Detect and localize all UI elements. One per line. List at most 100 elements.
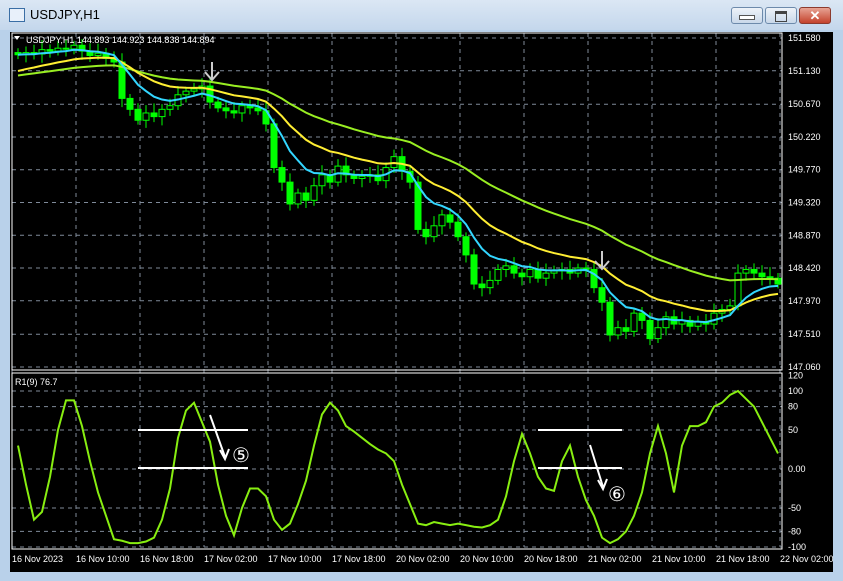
candle-body (134, 108, 142, 121)
candle-body (518, 272, 526, 278)
indicator-level-label: 100 (788, 386, 803, 396)
time-label: 20 Nov 18:00 (524, 554, 578, 564)
candle (126, 94, 134, 116)
title-bar: USDJPY,H1 ✕ (0, 0, 843, 30)
candle-body (270, 123, 278, 169)
candle (46, 44, 54, 58)
candle-body (126, 97, 134, 110)
candle-body (46, 49, 54, 52)
candle-body (614, 327, 622, 336)
candle (590, 261, 598, 294)
candle-body (278, 167, 286, 183)
indicator-level-label: -80 (788, 526, 801, 536)
candle (510, 257, 518, 279)
candle (694, 315, 702, 331)
price-label: 151.580 (788, 33, 821, 43)
candle (182, 86, 190, 103)
candle (606, 296, 614, 342)
candle-body (646, 319, 654, 340)
candle-body (766, 276, 774, 279)
candle-body (750, 268, 758, 274)
candle-body (542, 272, 550, 279)
down-arrow-icon (594, 251, 610, 271)
candle (494, 264, 502, 285)
window-title: USDJPY,H1 (30, 7, 100, 22)
candle-body (526, 268, 534, 278)
candle (534, 261, 542, 283)
time-label: 21 Nov 02:00 (588, 554, 642, 564)
candle (686, 316, 694, 333)
time-label: 17 Nov 18:00 (332, 554, 386, 564)
candle-body (182, 90, 190, 96)
candle-body (286, 181, 294, 205)
candle-body (734, 272, 742, 307)
candle-body (230, 110, 238, 114)
candle (278, 160, 286, 191)
minimize-button[interactable] (731, 7, 763, 24)
chart-canvas[interactable]: 151.580 151.130 150.670 150.220 149.770 149.3… (10, 32, 834, 572)
candle-body (494, 268, 502, 281)
candle (342, 157, 350, 183)
candle (478, 276, 486, 297)
candle-body (438, 214, 446, 227)
candle (462, 232, 470, 263)
time-label: 21 Nov 18:00 (716, 554, 770, 564)
oscillator-line (17, 389, 779, 545)
fast-ema-line (17, 48, 779, 324)
candle-body (302, 192, 310, 201)
time-label: 16 Nov 18:00 (140, 554, 194, 564)
indicator-pane-frame (11, 372, 783, 550)
price-label: 149.320 (788, 198, 821, 208)
candle-body (150, 112, 158, 118)
price-label: 150.220 (788, 132, 821, 142)
candle (630, 308, 638, 337)
candle (286, 173, 294, 211)
candle-body (502, 265, 510, 270)
indicator-label: R1(9) 76.7 (15, 377, 58, 387)
indicator-level-label: 120 (788, 370, 803, 380)
price-label: 148.870 (788, 230, 821, 240)
candle-body (638, 312, 646, 321)
candle (430, 216, 438, 243)
chart-window-icon (9, 8, 25, 22)
candle-body (214, 101, 222, 109)
time-label: 17 Nov 02:00 (204, 554, 258, 564)
candle-body (310, 185, 318, 201)
candle (30, 44, 38, 60)
price-label: 150.670 (788, 99, 821, 109)
candle-body (318, 174, 326, 187)
close-button[interactable]: ✕ (799, 7, 831, 24)
candle (222, 100, 230, 119)
candle-body (622, 327, 630, 332)
time-label: 22 Nov 02:00 (780, 554, 833, 564)
candle-body (222, 107, 230, 112)
candle (302, 186, 310, 208)
candle-body (422, 228, 430, 238)
candle-body (70, 44, 78, 50)
indicator-level-label: 50 (788, 425, 798, 435)
candle-body (238, 105, 246, 114)
indicator-level-label: -50 (788, 503, 801, 513)
time-label: 21 Nov 10:00 (652, 554, 706, 564)
candle-body (478, 283, 486, 289)
annotation-5: ⑤ (232, 445, 250, 467)
candle (614, 320, 622, 340)
candle-body (358, 175, 366, 179)
candle-body (758, 272, 766, 278)
candle (150, 103, 158, 123)
candle-body (470, 254, 478, 285)
chart-area[interactable]: 151.580 151.130 150.670 150.220 149.770 149.3… (10, 32, 834, 572)
maximize-button[interactable] (765, 7, 797, 24)
time-label: 20 Nov 02:00 (396, 554, 450, 564)
candle-body (486, 279, 494, 289)
candle (662, 311, 670, 336)
candle-body (510, 265, 518, 274)
candle (542, 263, 550, 286)
indicator-level-label: 0.00 (788, 464, 806, 474)
candle-body (534, 268, 542, 279)
candle (622, 318, 630, 339)
candle-body (446, 214, 454, 223)
candle (438, 209, 446, 235)
annotation-6: ⑥ (608, 484, 626, 506)
candle (766, 267, 774, 285)
